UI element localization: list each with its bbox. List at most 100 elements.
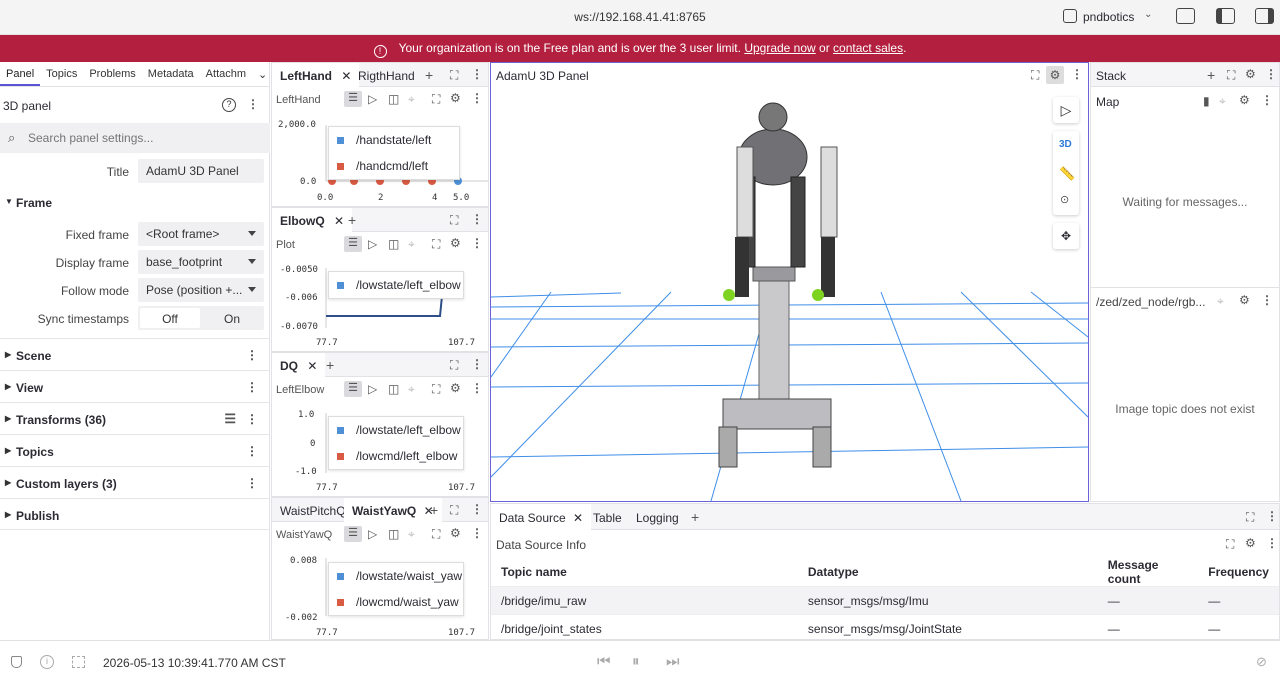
column-header[interactable]: Message count [1098,558,1199,587]
settings-icon[interactable]: ⚙ [450,237,461,249]
legend-item[interactable]: /lowstate/waist_yaw [337,569,462,589]
more-vert-icon[interactable]: ⋮ [471,92,483,104]
column-header[interactable]: Frequency [1198,558,1279,587]
tab-elbowq[interactable]: ElbowQ ✕ [272,208,353,232]
settings-icon[interactable]: ⚙ [450,527,461,539]
tab-waistyawq[interactable]: WaistYawQ ✕ [344,498,442,522]
sliders-icon[interactable]: ☰ [224,412,236,425]
settings-icon[interactable]: ⚙ [1245,537,1256,549]
column-header[interactable]: Topic name [491,558,798,587]
more-vert-icon[interactable]: ⋮ [1266,510,1278,522]
crosshair-icon[interactable]: ⌖ [408,383,415,395]
tab-lefthand[interactable]: LeftHand ✕ [272,63,360,87]
settings-icon[interactable]: ⚙ [1245,68,1256,80]
add-tab-icon[interactable]: + [348,213,356,227]
current-timestamp[interactable]: 2026-05-13 10:39:41.770 AM CST [103,656,286,670]
sync-timestamps-toggle[interactable]: Off On [138,306,264,330]
fullscreen-icon[interactable]: ⛶ [1031,69,1039,81]
table-row[interactable]: /bridge/joint_states sensor_msgs/msg/Joi… [491,614,1279,639]
3d-mode-toggle[interactable]: 3D [1059,139,1072,150]
section-topics[interactable]: ▶ Topics ⋮ [0,434,270,466]
more-vert-icon[interactable]: ⋮ [471,237,483,249]
tab-problems[interactable]: Problems [83,62,141,86]
section-publish[interactable]: ▶ Publish [0,498,270,530]
tab-topics[interactable]: Topics [40,62,83,86]
tab-dq[interactable]: DQ ✕ [272,353,326,377]
more-vert-icon[interactable]: ⋮ [246,380,258,394]
fullscreen-icon[interactable]: ⛶ [432,383,440,395]
search-input[interactable] [28,128,258,148]
settings-icon[interactable]: ⚙ [450,382,461,394]
publish-point-icon[interactable]: ⊙ [1060,195,1069,206]
3d-scene[interactable] [491,87,1088,501]
close-icon[interactable]: ✕ [334,214,344,228]
upgrade-link[interactable]: Upgrade now [744,41,815,55]
more-vert-icon[interactable]: ⋮ [1266,537,1278,549]
close-icon[interactable]: ✕ [573,511,583,525]
fullscreen-icon[interactable]: ⛶ [450,359,458,371]
title-field[interactable]: AdamU 3D Panel [138,159,264,183]
more-vert-icon[interactable]: ⋮ [471,503,483,515]
more-vert-icon[interactable]: ⋮ [471,382,483,394]
fullscreen-icon[interactable]: ⛶ [450,504,458,516]
more-vert-icon[interactable]: ⋮ [246,348,258,362]
org-name[interactable]: pndbotics [1083,10,1134,24]
settings-icon[interactable]: ⚙ [1239,94,1250,106]
tab-waistpitchq[interactable]: WaistPitchQ [272,498,354,522]
fullscreen-icon[interactable]: ⛶ [1227,69,1235,81]
ruler-icon[interactable]: 📏 [1059,167,1075,180]
legend-toggle-icon[interactable]: ☰ [344,236,362,252]
table-row[interactable]: /bridge/imu_raw sensor_msgs/msg/Imu — — [491,586,1279,615]
screenshot-icon[interactable]: ◫ [388,383,399,395]
chevron-down-icon[interactable]: ⌄ [1144,10,1152,20]
fullscreen-icon[interactable]: ⛶ [432,528,440,540]
more-vert-icon[interactable]: ⋮ [471,527,483,539]
more-vert-icon[interactable]: ⋮ [1071,68,1083,80]
legend-item[interactable]: /lowstate/left_elbow [337,423,461,443]
legend-item[interactable]: /lowstate/left_elbow [337,278,461,298]
fullscreen-icon[interactable]: ⛶ [1246,511,1254,523]
fixed-frame-select[interactable]: <Root frame> [138,222,264,246]
legend-toggle-icon[interactable]: ☰ [344,381,362,397]
sync-off-option[interactable]: Off [140,308,200,328]
legend-item[interactable]: /lowcmd/waist_yaw [337,595,459,615]
more-vert-icon[interactable]: ⋮ [1261,94,1273,106]
loop-region-icon[interactable] [72,656,85,668]
screenshot-icon[interactable]: ◫ [388,528,399,540]
shield-icon[interactable] [11,656,22,668]
cursor-icon[interactable]: ▷ [368,238,377,250]
tab-data-source[interactable]: Data Source ✕ [491,504,592,530]
tab-logging[interactable]: Logging [636,511,679,525]
frame-section-header[interactable]: ▼ Frame [0,190,270,214]
fullscreen-icon[interactable]: ⛶ [432,238,440,250]
legend-item[interactable]: /handcmd/left [337,159,428,179]
more-vert-icon[interactable]: ⋮ [247,98,259,110]
tab-attachments[interactable]: Attachm [200,62,252,86]
sync-on-option[interactable]: On [202,308,262,328]
layers-icon[interactable]: ▮ [1203,95,1210,107]
legend-toggle-icon[interactable]: ☰ [344,91,362,107]
add-tab-icon[interactable]: + [430,503,438,517]
add-tab-icon[interactable]: + [425,68,433,82]
crosshair-icon[interactable]: ⌖ [408,93,415,105]
add-tab-icon[interactable]: + [1207,68,1215,82]
section-custom-layers[interactable]: ▶ Custom layers (3) ⋮ [0,466,270,498]
contact-sales-link[interactable]: contact sales [833,41,903,55]
tab-metadata[interactable]: Metadata [142,62,200,86]
legend-item[interactable]: /handstate/left [337,133,431,153]
more-vert-icon[interactable]: ⋮ [246,412,258,426]
seek-forward-icon[interactable]: ⏭ [666,654,680,669]
more-vert-icon[interactable]: ⋮ [246,476,258,490]
cursor-icon[interactable]: ▷ [368,528,377,540]
help-icon[interactable]: ? [222,98,236,112]
fullscreen-icon[interactable]: ⛶ [450,214,458,226]
crosshair-icon[interactable]: ⌖ [408,238,415,250]
section-view[interactable]: ▶ View ⋮ [0,370,270,402]
live-sync-off-icon[interactable]: ⊘ [1256,655,1267,668]
more-vert-icon[interactable]: ⋮ [471,358,483,370]
add-tab-icon[interactable]: + [691,510,699,524]
seek-backward-icon[interactable]: ⏮ [597,654,611,669]
info-icon[interactable]: i [40,655,54,669]
legend-item[interactable]: /lowcmd/left_elbow [337,449,457,469]
settings-icon[interactable]: ⚙ [450,92,461,104]
